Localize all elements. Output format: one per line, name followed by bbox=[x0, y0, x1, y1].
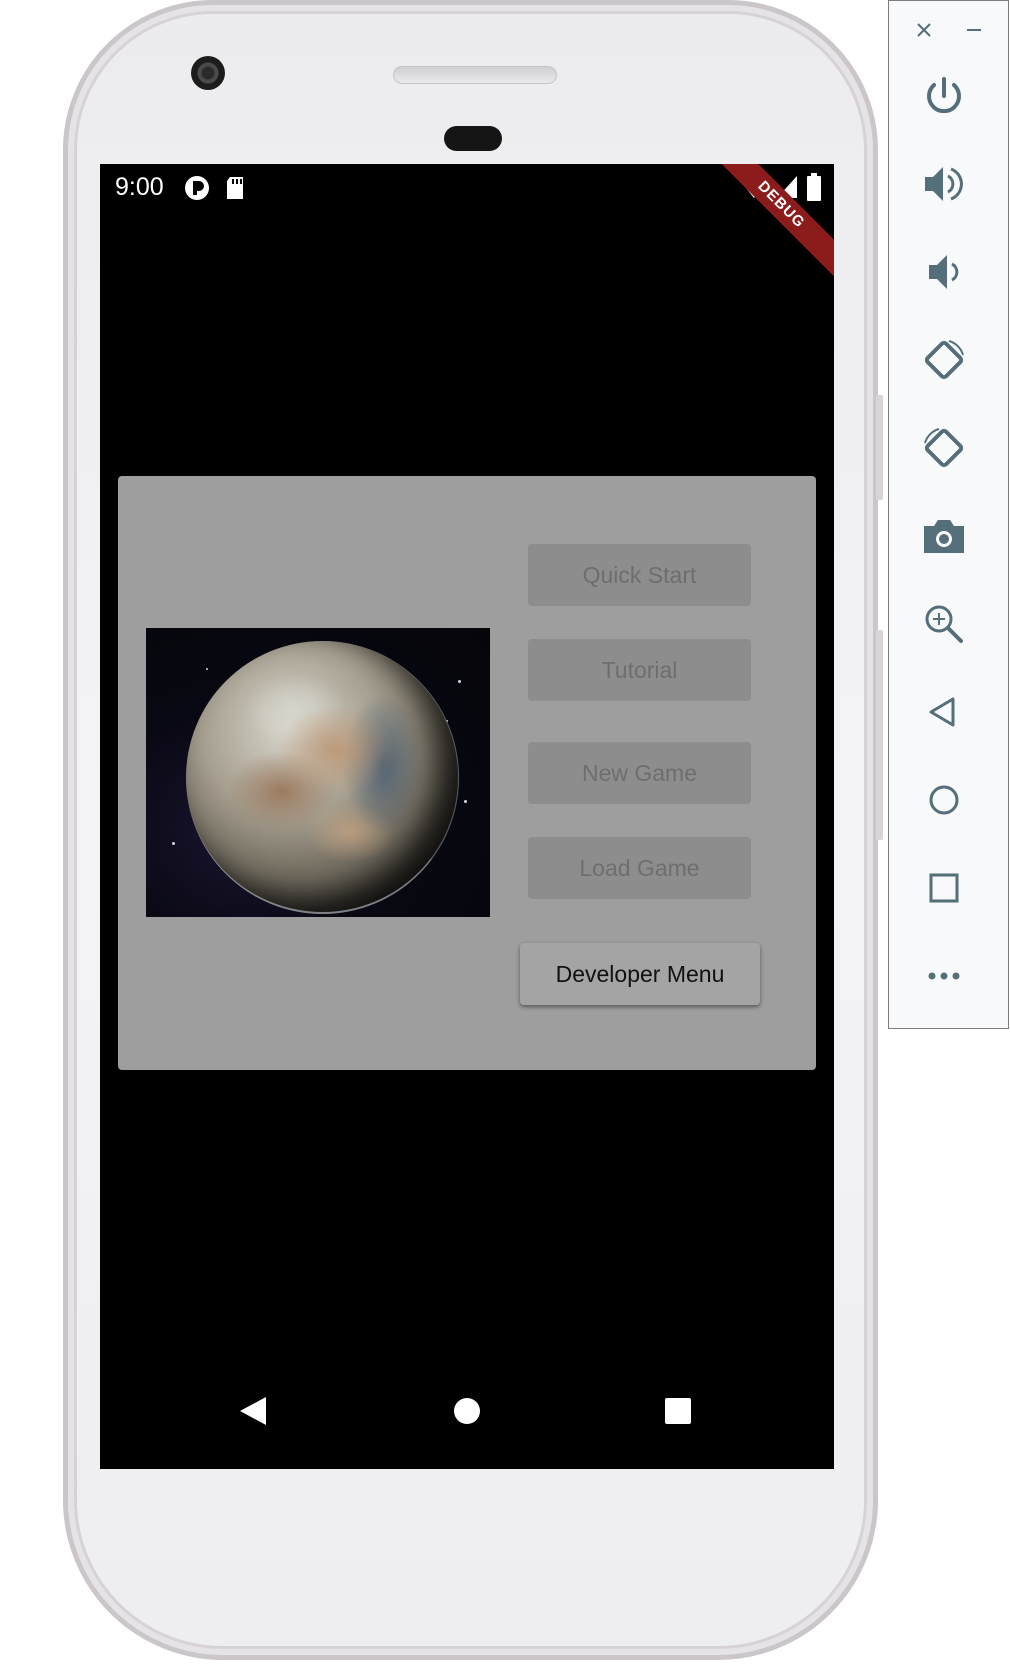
volume-down-icon[interactable] bbox=[919, 247, 969, 297]
flutter-app-icon bbox=[184, 175, 210, 206]
tutorial-button[interactable]: Tutorial bbox=[528, 639, 751, 701]
planet-rim bbox=[186, 641, 459, 914]
power-icon[interactable] bbox=[919, 71, 969, 121]
rotate-right-icon[interactable] bbox=[919, 423, 969, 473]
earpiece bbox=[444, 126, 502, 151]
overview-icon[interactable] bbox=[919, 863, 969, 913]
home-icon[interactable] bbox=[919, 775, 969, 825]
more-icon[interactable] bbox=[919, 951, 969, 1001]
rotate-left-icon[interactable] bbox=[919, 335, 969, 385]
speaker-grille bbox=[393, 66, 557, 84]
front-camera bbox=[191, 56, 225, 90]
home-icon[interactable] bbox=[437, 1381, 497, 1441]
battery-icon bbox=[807, 173, 821, 206]
status-time: 9:00 bbox=[115, 173, 164, 201]
camera-icon[interactable] bbox=[919, 511, 969, 561]
volume-up-icon[interactable] bbox=[919, 159, 969, 209]
phone-side-button bbox=[876, 630, 883, 840]
main-menu-panel: Quick Start Tutorial New Game Load Game … bbox=[118, 476, 816, 1070]
phone-side-button bbox=[876, 395, 883, 500]
zoom-icon[interactable] bbox=[919, 599, 969, 649]
quick-start-button[interactable]: Quick Start bbox=[528, 544, 751, 606]
star bbox=[172, 842, 175, 845]
emulator-toolbar bbox=[888, 0, 1009, 1029]
developer-menu-button[interactable]: Developer Menu bbox=[520, 943, 760, 1005]
star bbox=[206, 668, 208, 670]
back-icon[interactable] bbox=[919, 687, 969, 737]
device-screen: 9:00 DEBUG Quick Start Tutorial New Game… bbox=[100, 164, 834, 1469]
load-game-button[interactable]: Load Game bbox=[528, 837, 751, 899]
minimize-icon[interactable] bbox=[959, 15, 989, 45]
recents-icon[interactable] bbox=[648, 1381, 708, 1441]
new-game-button[interactable]: New Game bbox=[528, 742, 751, 804]
close-icon[interactable] bbox=[909, 15, 939, 45]
star bbox=[458, 680, 461, 683]
star bbox=[464, 800, 467, 803]
navigation-bar bbox=[100, 1381, 834, 1469]
back-icon[interactable] bbox=[223, 1381, 283, 1441]
planet-image bbox=[146, 628, 490, 917]
status-bar: 9:00 DEBUG bbox=[100, 164, 834, 282]
sd-card-icon bbox=[225, 176, 245, 205]
